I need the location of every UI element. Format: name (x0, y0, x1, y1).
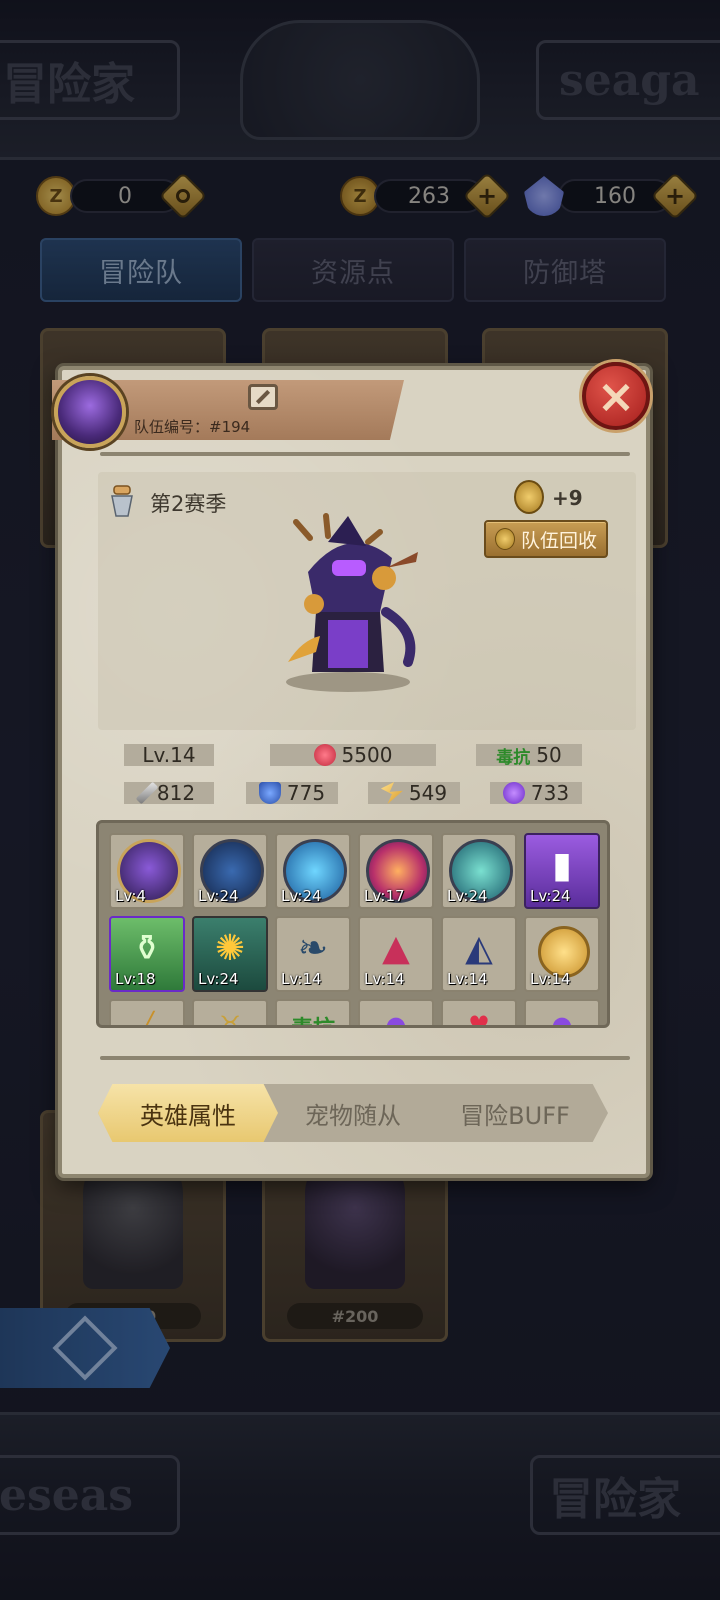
item-slot[interactable]: ╱ (109, 999, 185, 1028)
item-slot[interactable]: ▲ Lv:14 (358, 916, 434, 992)
heart-icon: ♥ (468, 1011, 490, 1028)
green-potion-icon: ⚱ (131, 928, 163, 969)
attack-stat: 812 (124, 781, 214, 805)
milk-icon: ▮ (552, 845, 572, 886)
tab-adventure-buff[interactable]: 冒险BUFF (440, 1084, 590, 1142)
item-slot[interactable]: Lv:4 (109, 833, 185, 909)
edit-icon[interactable] (248, 384, 278, 410)
claw-icon: ❧ (297, 928, 329, 969)
item-slot[interactable]: 毒抗 (275, 999, 351, 1025)
speed-stat: 549 (368, 781, 460, 805)
shield-icon (258, 782, 281, 804)
item-slot[interactable]: ♥ (441, 999, 517, 1028)
divider (100, 1056, 630, 1060)
horn-icon: ♉ (219, 1011, 241, 1028)
heart-icon (313, 744, 336, 766)
orb-icon: ● (385, 1011, 407, 1028)
hero-portrait (286, 513, 418, 692)
close-button[interactable]: × (582, 362, 650, 430)
defense-stat: 775 (246, 781, 338, 805)
weapon-icon: ╱ (139, 1011, 155, 1028)
divider (100, 452, 630, 456)
item-slot[interactable]: Lv:14 (524, 916, 600, 992)
team-avatar (54, 376, 126, 448)
level-stat: Lv.14 (124, 743, 214, 767)
medal-icon (514, 480, 544, 514)
magic-stat: 733 (490, 781, 582, 805)
tab-hero-attributes[interactable]: 英雄属性 (98, 1084, 278, 1142)
item-slot[interactable]: ⚱ Lv:18 (109, 916, 185, 992)
item-slot[interactable]: ● (358, 999, 434, 1028)
season-icon (111, 485, 133, 517)
item-slot[interactable]: ❧ Lv:14 (275, 916, 351, 992)
item-slot[interactable]: ▮ Lv:24 (524, 833, 600, 909)
item-slot[interactable]: ♉ (192, 999, 268, 1028)
poison-item-label: 毒抗 (277, 1011, 349, 1025)
sword-icon (135, 781, 159, 805)
sunflower-icon: ✺ (214, 928, 246, 969)
magic-orb-icon (502, 782, 525, 804)
game-screen: 冒险家 seaga Z 0 Z 263 + 160 + 冒险队 资源点 防御塔 … (0, 0, 720, 1600)
item-slot[interactable]: ✺ Lv:24 (192, 916, 268, 992)
item-slot[interactable]: Lv:24 (275, 833, 351, 909)
orb-icon: ● (551, 1011, 573, 1028)
item-slot[interactable]: Lv:24 (192, 833, 268, 909)
horned-helmet-icon: ▲ (382, 928, 410, 969)
team-recycle-button[interactable]: 队伍回收 (484, 520, 608, 558)
item-slot[interactable]: ◭ Lv:14 (441, 916, 517, 992)
medal-icon (494, 528, 515, 550)
wing-icon (380, 782, 403, 804)
poison-resist-stat: 毒抗 50 (476, 743, 582, 768)
item-slot[interactable]: Lv:24 (441, 833, 517, 909)
medal-bonus: +9 (552, 486, 583, 510)
wizard-hat-icon: ◭ (465, 928, 493, 969)
equipment-grid: Lv:4 Lv:24 Lv:24 Lv:17 Lv:24 ▮ Lv:24 ⚱ L… (96, 820, 610, 1028)
tab-pet-companion[interactable]: 宠物随从 (282, 1084, 424, 1142)
item-slot[interactable]: ● (524, 999, 600, 1028)
hp-stat: 5500 (270, 743, 436, 767)
poison-tag: 毒抗 (496, 747, 531, 768)
item-slot[interactable]: Lv:17 (358, 833, 434, 909)
season-label: 第2赛季 (150, 492, 227, 516)
team-number-label: 队伍编号：#194 (134, 418, 251, 436)
